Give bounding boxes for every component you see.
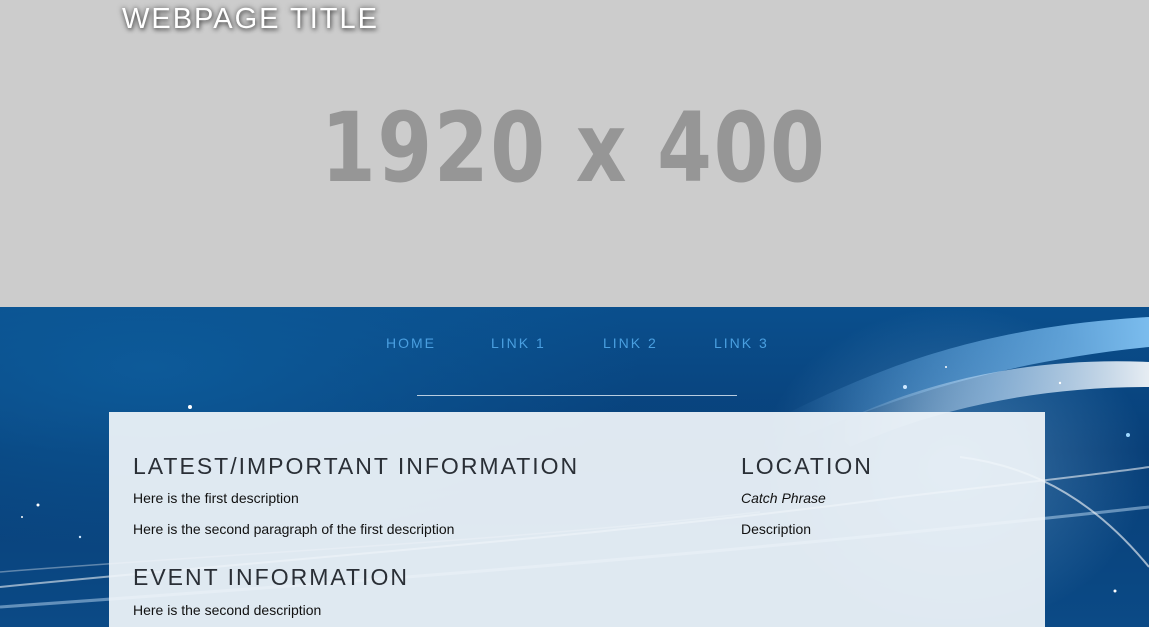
nav-link-1[interactable]: LINK 1 [491,334,546,352]
banner-placeholder-text: 1920 x 400 [320,92,827,204]
content-panel: LATEST/IMPORTANT INFORMATION Here is the… [109,412,1045,627]
nav-link-2[interactable]: LINK 2 [603,334,658,352]
main-navigation: HOME LINK 1 LINK 2 LINK 3 [0,334,1149,354]
nav-divider [417,395,737,396]
event-info-heading: EVENT INFORMATION [133,564,409,590]
location-description: Description [741,521,812,537]
nav-link-3[interactable]: LINK 3 [714,334,769,352]
hero-banner: 1920 x 400 WEBPAGE TITLE [0,0,1149,307]
event-info-paragraph-1: Here is the second description [133,602,322,618]
latest-info-paragraph-1: Here is the first description [133,490,299,506]
page-title: WEBPAGE TITLE [122,3,379,35]
page: 1920 x 400 WEBPAGE TITLE HOME LINK 1 LIN… [0,0,1149,627]
latest-info-paragraph-2: Here is the second paragraph of the firs… [133,521,455,537]
latest-info-heading: LATEST/IMPORTANT INFORMATION [133,453,580,479]
location-heading: LOCATION [741,453,873,479]
nav-link-home[interactable]: HOME [386,334,436,352]
location-catch-phrase: Catch Phrase [741,490,826,506]
